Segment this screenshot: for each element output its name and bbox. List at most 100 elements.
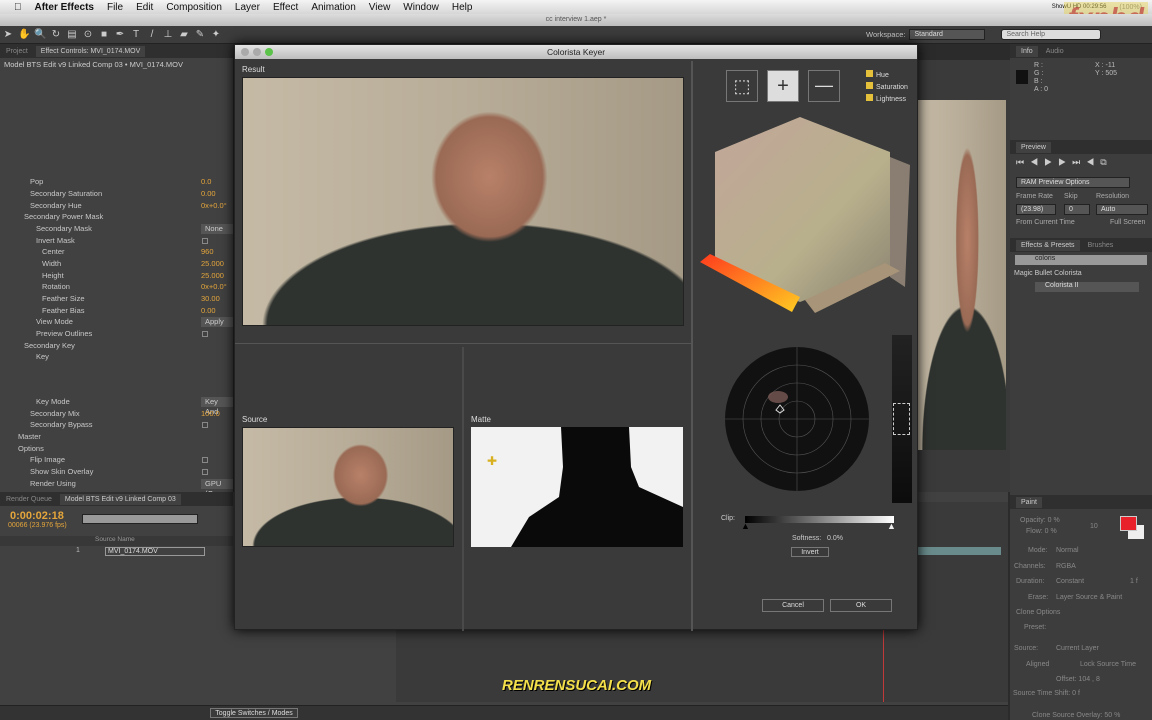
clip-high-handle[interactable]: ▲ bbox=[887, 521, 896, 531]
offset-value[interactable]: Offset: 104 , 8 bbox=[1056, 676, 1100, 683]
property-row[interactable]: Secondary Key bbox=[0, 340, 233, 352]
erase-select[interactable]: Layer Source & Paint bbox=[1056, 594, 1122, 601]
tab-audio[interactable]: Audio bbox=[1046, 48, 1064, 55]
eraser-tool-icon[interactable]: ▰ bbox=[178, 29, 190, 41]
ok-button[interactable]: OK bbox=[830, 599, 892, 612]
effects-item-colorista-ii[interactable]: Colorista II bbox=[1035, 282, 1139, 292]
menu-layer[interactable]: Layer bbox=[235, 2, 260, 13]
tab-brushes[interactable]: Brushes bbox=[1088, 242, 1114, 249]
pan-behind-icon[interactable]: ⊙ bbox=[82, 29, 94, 41]
layer-row[interactable]: 1 MVI_0174.MOV bbox=[0, 547, 233, 557]
property-row[interactable]: Secondary Saturation 0.00 bbox=[0, 188, 233, 200]
workspace-select[interactable]: Standard bbox=[909, 29, 986, 40]
property-row[interactable]: Show Skin Overlay bbox=[0, 466, 233, 478]
property-row[interactable]: Secondary Power Mask bbox=[0, 211, 233, 223]
menu-view[interactable]: View bbox=[369, 2, 391, 13]
property-checkbox[interactable] bbox=[202, 238, 208, 244]
tab-render-queue[interactable]: Render Queue bbox=[6, 496, 52, 503]
source-image[interactable] bbox=[242, 427, 454, 547]
clone-stamp-icon[interactable]: ⊥ bbox=[162, 29, 174, 41]
camera-tool-icon[interactable]: ▤ bbox=[66, 29, 78, 41]
foreground-color-swatch[interactable] bbox=[1120, 516, 1137, 531]
selection-tool-icon[interactable]: ➤ bbox=[2, 29, 14, 41]
property-checkbox[interactable] bbox=[202, 331, 208, 337]
hand-tool-icon[interactable]: ✋ bbox=[18, 29, 30, 41]
aligned-checkbox[interactable]: Aligned bbox=[1026, 661, 1049, 668]
softness-value[interactable]: 0.0% bbox=[827, 535, 843, 542]
property-select[interactable]: Key And bbox=[201, 397, 233, 416]
full-screen-checkbox[interactable]: Full Screen bbox=[1110, 219, 1145, 226]
menu-file[interactable]: File bbox=[107, 2, 123, 13]
resolution-select[interactable]: Auto bbox=[1096, 204, 1148, 215]
puppet-tool-icon[interactable]: ✦ bbox=[210, 29, 222, 41]
layer-bar[interactable] bbox=[916, 547, 1001, 555]
source-time-shift[interactable]: Source Time Shift: 0 f bbox=[1013, 690, 1080, 697]
property-row[interactable]: Pop 0.0 bbox=[0, 176, 233, 188]
property-row[interactable]: Options bbox=[0, 443, 233, 455]
property-value[interactable]: 960 bbox=[201, 246, 214, 258]
add-color-button[interactable]: + bbox=[767, 70, 799, 102]
effects-folder[interactable]: Magic Bullet Colorista bbox=[1014, 270, 1082, 277]
tab-preview[interactable]: Preview bbox=[1016, 141, 1051, 153]
playback-controls[interactable]: ⏮◀▶▶⏭◀⧉ bbox=[1016, 157, 1113, 168]
property-row[interactable]: Height 25.000 bbox=[0, 270, 233, 282]
tab-project[interactable]: Project bbox=[6, 48, 28, 55]
property-row[interactable]: Key bbox=[0, 351, 233, 363]
tab-comp[interactable]: Model BTS Edit v9 Linked Comp 03 bbox=[59, 493, 181, 505]
timecode[interactable]: 0:00:02:18 bbox=[10, 510, 64, 522]
layer-name[interactable]: MVI_0174.MOV bbox=[105, 547, 205, 556]
property-value[interactable]: 25.000 bbox=[201, 270, 224, 282]
duration-value[interactable]: 1 f bbox=[1130, 578, 1138, 585]
property-value[interactable]: 0x+0.0° bbox=[201, 281, 227, 293]
channels-select[interactable]: RGBA bbox=[1056, 563, 1076, 570]
duration-select[interactable]: Constant bbox=[1056, 578, 1084, 585]
menu-animation[interactable]: Animation bbox=[311, 2, 355, 13]
menu-effect[interactable]: Effect bbox=[273, 2, 298, 13]
menu-window[interactable]: Window bbox=[403, 2, 439, 13]
subtract-color-button[interactable]: — bbox=[808, 70, 840, 102]
search-help-input[interactable]: Search Help bbox=[1001, 29, 1102, 40]
color-cube[interactable] bbox=[700, 117, 912, 317]
property-row[interactable]: View Mode Apply bbox=[0, 316, 233, 328]
property-checkbox[interactable] bbox=[202, 422, 208, 428]
lock-source-time-checkbox[interactable]: Lock Source Time bbox=[1080, 661, 1136, 668]
invert-button[interactable]: Invert bbox=[791, 547, 829, 557]
tab-info[interactable]: Info bbox=[1016, 45, 1038, 57]
from-current-time-checkbox[interactable]: From Current Time bbox=[1016, 219, 1075, 226]
property-row[interactable]: Invert Mask bbox=[0, 235, 233, 247]
property-value[interactable]: 0.00 bbox=[201, 305, 216, 317]
property-value[interactable]: 100.0 bbox=[201, 408, 220, 420]
matte-image[interactable]: ✚ bbox=[471, 427, 683, 547]
property-row[interactable]: Secondary Bypass bbox=[0, 419, 233, 431]
menu-edit[interactable]: Edit bbox=[136, 2, 153, 13]
property-value[interactable]: 0.0 bbox=[201, 176, 211, 188]
property-select[interactable]: GPU (O bbox=[201, 479, 233, 498]
result-image[interactable] bbox=[242, 77, 684, 326]
property-select[interactable]: Apply bbox=[201, 317, 233, 327]
tab-effect-controls[interactable]: Effect Controls: MVI_0174.MOV bbox=[35, 45, 146, 57]
property-row[interactable]: Rotation 0x+0.0° bbox=[0, 281, 233, 293]
clip-slider[interactable] bbox=[745, 516, 894, 523]
paint-opacity[interactable]: Opacity: 0 % bbox=[1020, 517, 1060, 524]
app-menu[interactable]: After Effects bbox=[35, 2, 94, 13]
hue-checkbox[interactable]: Hue bbox=[866, 70, 908, 82]
effects-search-input[interactable]: coloris bbox=[1015, 255, 1147, 265]
property-row[interactable]: Key Mode Key And bbox=[0, 396, 233, 416]
property-value[interactable]: 25.000 bbox=[201, 258, 224, 270]
property-value[interactable]: 0.00 bbox=[201, 188, 216, 200]
pen-tool-icon[interactable]: ✒ bbox=[114, 29, 126, 41]
property-row[interactable]: Preview Outlines bbox=[0, 328, 233, 340]
property-row[interactable]: Feather Bias 0.00 bbox=[0, 305, 233, 317]
rotate-tool-icon[interactable]: ↻ bbox=[50, 29, 62, 41]
property-row[interactable]: Secondary Hue 0x+0.0° bbox=[0, 200, 233, 212]
property-select[interactable]: None bbox=[201, 224, 233, 234]
property-value[interactable]: 0x+0.0° bbox=[201, 200, 227, 212]
lightness-checkbox[interactable]: Lightness bbox=[866, 94, 908, 106]
lightness-bar[interactable] bbox=[892, 335, 912, 503]
timeline-search-input[interactable] bbox=[82, 514, 198, 524]
property-row[interactable]: Center 960 bbox=[0, 246, 233, 258]
tab-effects-presets[interactable]: Effects & Presets bbox=[1016, 239, 1080, 251]
ram-preview-select[interactable]: RAM Preview Options bbox=[1016, 177, 1130, 188]
tab-paint[interactable]: Paint bbox=[1016, 496, 1042, 508]
apple-icon[interactable]:  bbox=[14, 2, 22, 13]
